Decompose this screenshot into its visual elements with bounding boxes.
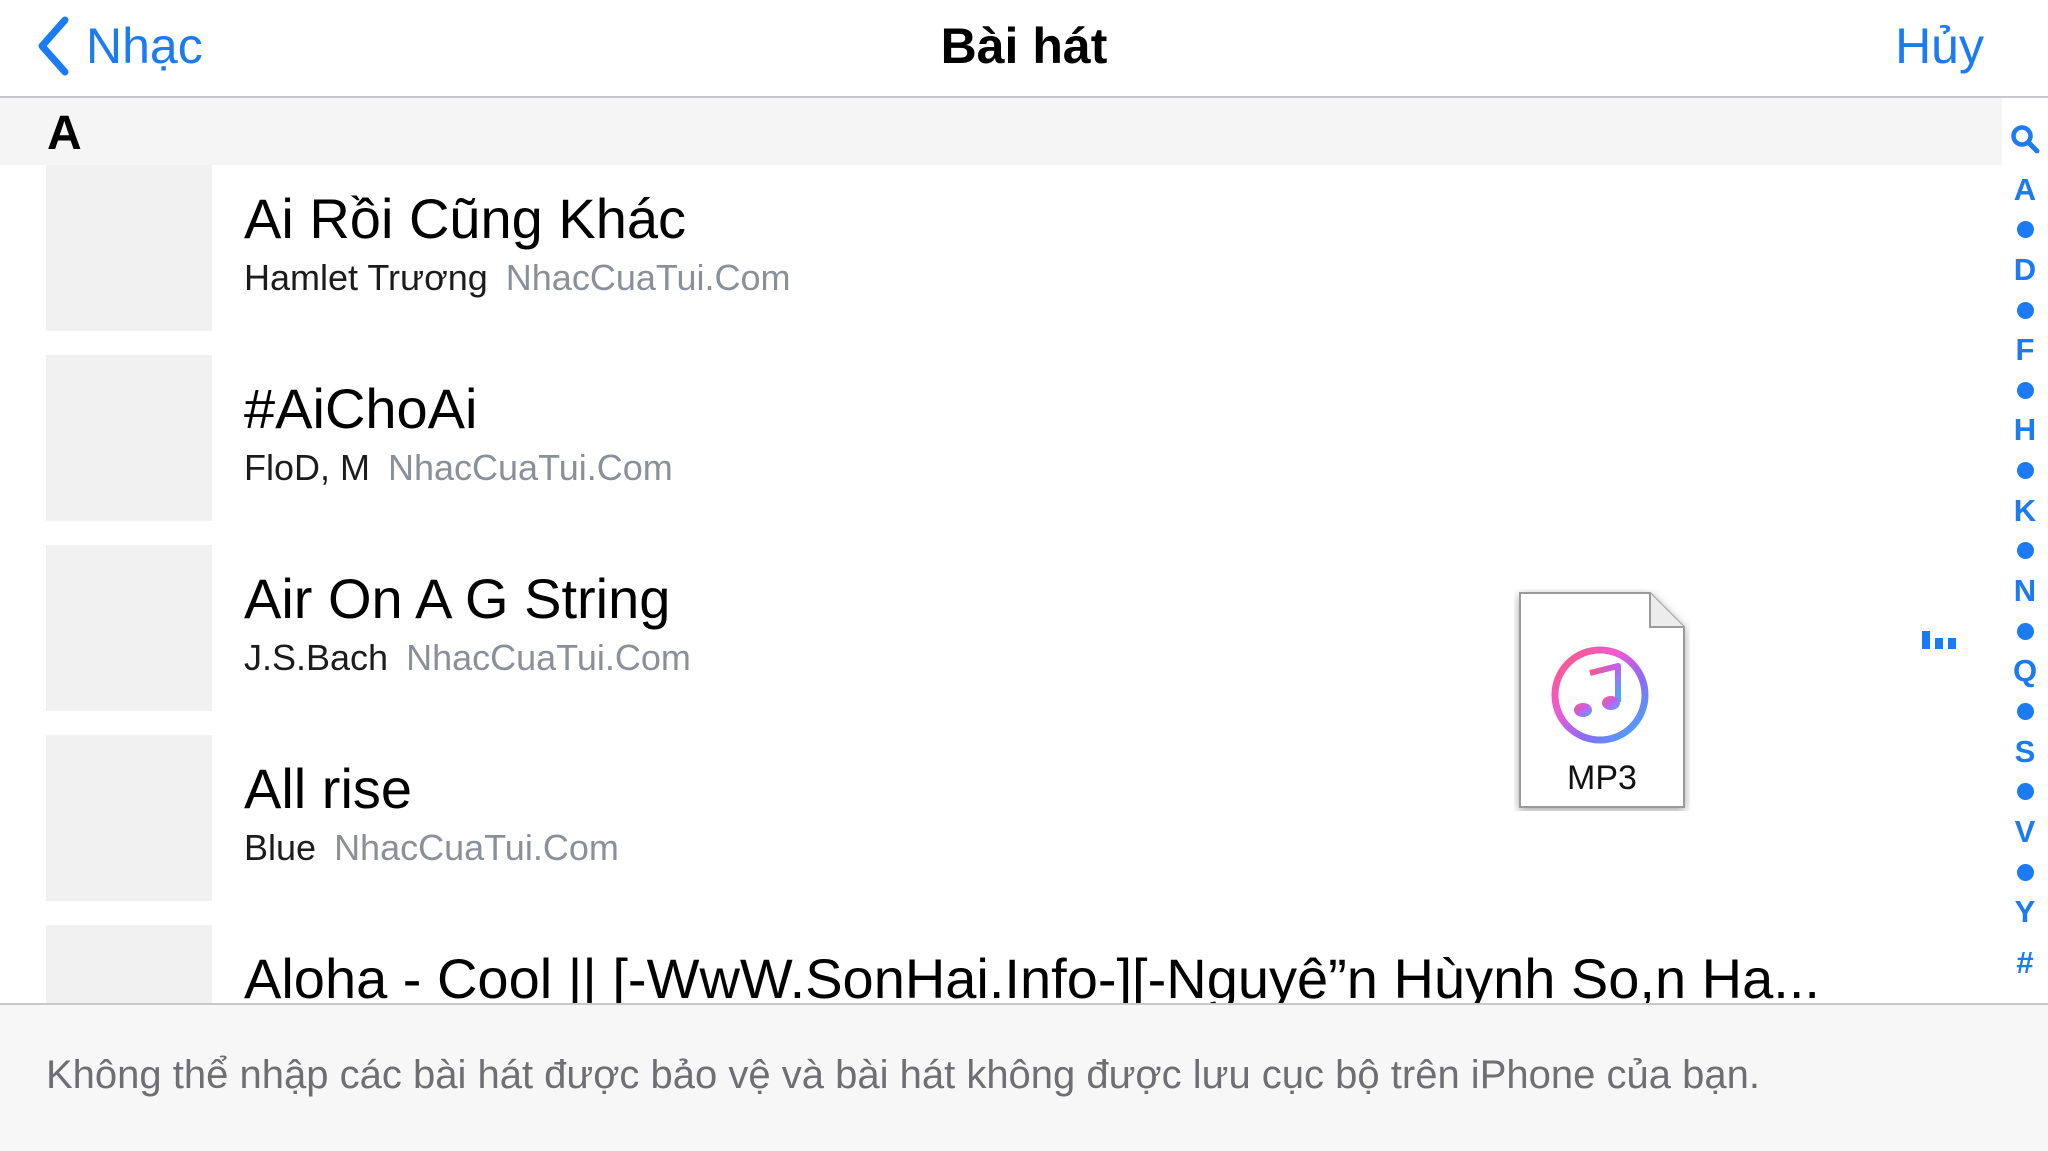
song-title: #AiChoAi: [244, 377, 478, 440]
index-dot: [2016, 221, 2034, 239]
song-source: NhacCuaTui.Com: [406, 637, 691, 678]
section-header: A: [0, 98, 2002, 165]
page-title: Bài hát: [940, 18, 1108, 74]
index-dot: [2016, 702, 2034, 720]
song-subtitle: Blue NhacCuaTui.Com: [244, 827, 619, 869]
song-title: Air On A G String: [244, 567, 671, 630]
index-letter[interactable]: H: [2014, 411, 2036, 449]
song-source: NhacCuaTui.Com: [505, 257, 791, 298]
index-letter[interactable]: S: [2015, 733, 2036, 771]
song-row[interactable]: #AiChoAi FloD, M NhacCuaTui.Com: [0, 355, 2002, 545]
footer-notice: Không thể nhập các bài hát được bảo vệ v…: [0, 1003, 2048, 1151]
song-subtitle: FloD, M NhacCuaTui.Com: [244, 447, 673, 489]
song-row[interactable]: Ai Rồi Cũng Khác Hamlet Trương NhacCuaTui…: [0, 165, 2002, 355]
index-dot: [2016, 301, 2034, 319]
song-artist: FloD, M: [244, 447, 370, 488]
song-subtitle: Hamlet Trương NhacCuaTui.Com: [244, 257, 791, 299]
index-dot: [2016, 863, 2034, 881]
chevron-left-icon: [38, 16, 69, 76]
index-letter[interactable]: Q: [2013, 652, 2037, 690]
song-row[interactable]: Air On A G String J.S.Bach NhacCuaTui.Com: [0, 545, 2002, 735]
song-title: Ai Rồi Cũng Khác: [244, 187, 687, 250]
song-artwork: [46, 545, 212, 711]
index-letter[interactable]: F: [2016, 331, 2035, 369]
index-letter[interactable]: D: [2014, 251, 2036, 289]
song-subtitle: J.S.Bach NhacCuaTui.Com: [244, 637, 691, 679]
song-title: Aloha - Cool || [-WwW.SonHai.Info-][-Ngu…: [244, 947, 1820, 1003]
navigation-bar: Nhạc Bài hát Hủy: [0, 0, 2048, 98]
song-source: NhacCuaTui.Com: [334, 827, 619, 868]
index-dot: [2016, 783, 2034, 801]
song-artwork: [46, 925, 212, 1003]
cancel-button[interactable]: Hủy: [1895, 0, 1984, 92]
song-artist: J.S.Bach: [244, 637, 389, 678]
now-playing-bars-icon: [1922, 631, 1958, 649]
song-artist: Blue: [244, 827, 317, 868]
index-letter[interactable]: Y: [2015, 893, 2036, 931]
mp3-file-label: MP3: [1567, 759, 1637, 797]
song-artwork: [46, 165, 212, 331]
song-source: NhacCuaTui.Com: [388, 447, 673, 488]
section-letter: A: [47, 107, 82, 160]
song-row[interactable]: All rise Blue NhacCuaTui.Com: [0, 735, 2002, 925]
footer-text: Không thể nhập các bài hát được bảo vệ v…: [46, 1053, 1760, 1097]
index-letter[interactable]: A: [2014, 171, 2036, 209]
search-icon: [2011, 125, 2040, 154]
back-button-label: Nhạc: [86, 18, 203, 74]
index-letter[interactable]: #: [2016, 944, 2033, 982]
song-title: All rise: [244, 757, 413, 820]
index-dot: [2016, 462, 2034, 480]
index-letter[interactable]: K: [2014, 492, 2036, 530]
song-list: Ai Rồi Cũng Khác Hamlet Trương NhacCuaTui…: [0, 165, 2002, 1003]
index-dot: [2016, 622, 2034, 640]
index-letter[interactable]: V: [2015, 813, 2036, 851]
index-letter[interactable]: N: [2014, 572, 2036, 610]
song-artist: Hamlet Trương: [244, 257, 488, 298]
index-dot: [2016, 381, 2034, 399]
alphabet-index-bar[interactable]: A D F H K N Q S V Y #: [2002, 120, 2048, 982]
song-artwork: [46, 735, 212, 901]
song-artwork: [46, 355, 212, 521]
index-search-icon[interactable]: [2010, 120, 2040, 158]
index-dot: [2016, 542, 2034, 560]
mp3-file-icon[interactable]: MP3: [1514, 589, 1690, 811]
song-row[interactable]: Aloha - Cool || [-WwW.SonHai.Info-][-Ngu…: [0, 925, 2002, 1003]
back-button[interactable]: Nhạc: [36, 0, 203, 92]
